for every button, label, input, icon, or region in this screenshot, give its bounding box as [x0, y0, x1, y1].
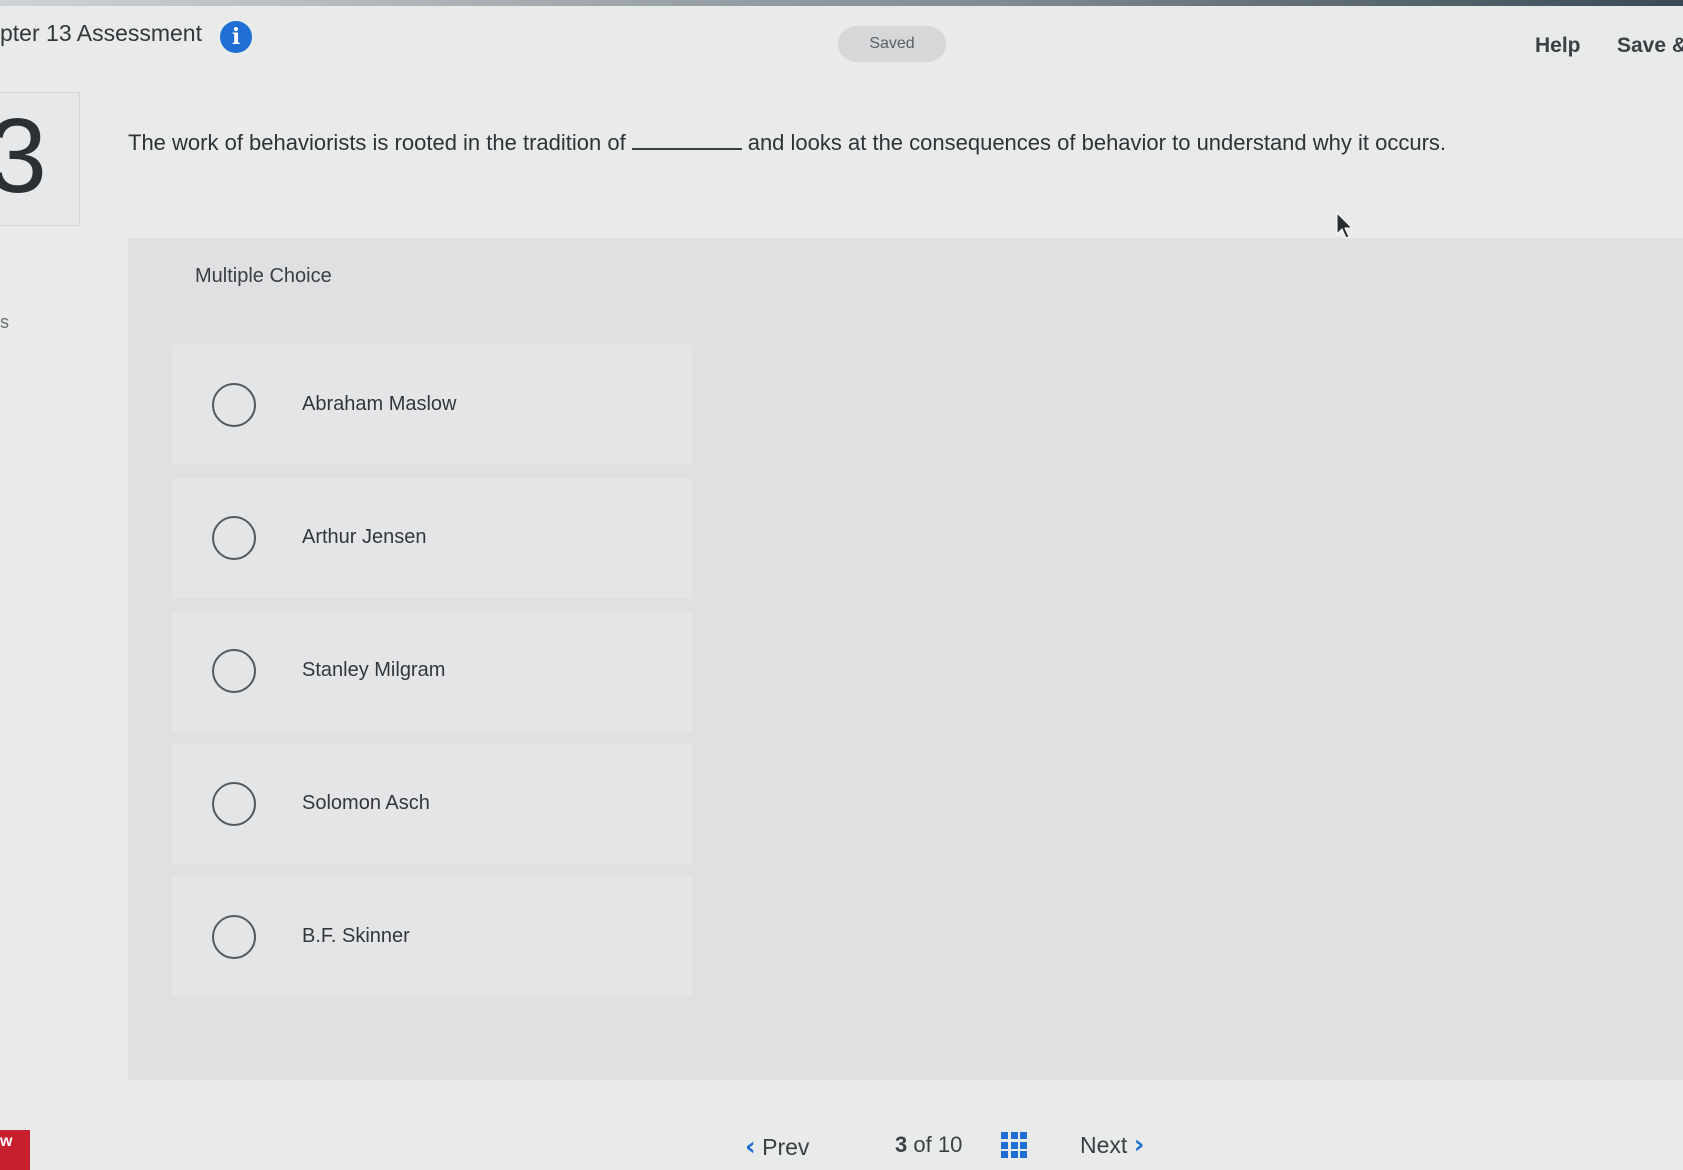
question-grid-icon[interactable] [1001, 1132, 1027, 1158]
choice-label: B.F. Skinner [302, 925, 410, 947]
question-number: 3 [0, 97, 47, 215]
chevron-right-icon: › [1133, 1130, 1145, 1160]
total-pages: 10 [937, 1132, 963, 1157]
choice-option[interactable]: Arthur Jensen [172, 478, 692, 598]
mouse-cursor-icon [1336, 212, 1354, 239]
choice-option[interactable]: Abraham Maslow [172, 345, 692, 465]
top-accent-bar [0, 0, 1683, 6]
choice-label: Solomon Asch [302, 792, 430, 814]
chevron-left-icon: ‹ [745, 1132, 756, 1162]
radio-button[interactable] [212, 383, 256, 427]
prev-button[interactable]: ‹ Prev [745, 1132, 809, 1162]
choice-option[interactable]: Stanley Milgram [172, 611, 692, 731]
question-text-after: and looks at the consequences of behavio… [747, 130, 1447, 155]
help-link[interactable]: Help [1535, 34, 1581, 58]
question-text-before: The work of behaviorists is rooted in th… [128, 130, 626, 155]
question-prompt: The work of behaviorists is rooted in th… [128, 130, 1668, 156]
current-page: 3 [895, 1132, 908, 1157]
of-label: of [913, 1132, 932, 1157]
question-type-label: Multiple Choice [195, 265, 332, 287]
page-counter: 3 of 10 [895, 1132, 962, 1158]
sidebar-partial-text: s [0, 312, 9, 332]
save-exit-button[interactable]: Save & [1617, 34, 1683, 58]
next-button[interactable]: Next › [1080, 1130, 1144, 1160]
next-label: Next [1080, 1132, 1128, 1158]
saved-status-badge: Saved [838, 26, 946, 62]
radio-button[interactable] [212, 649, 256, 693]
choice-option[interactable]: B.F. Skinner [172, 877, 692, 997]
assessment-title: pter 13 Assessment [0, 20, 202, 46]
radio-button[interactable] [212, 782, 256, 826]
choice-label: Arthur Jensen [302, 526, 427, 548]
brand-logo: w [0, 1130, 30, 1170]
choice-label: Stanley Milgram [302, 659, 446, 681]
answer-blank [631, 130, 742, 150]
radio-button[interactable] [212, 915, 256, 959]
assessment-page: pter 13 Assessment i Saved Help Save & 3… [0, 0, 1683, 1170]
info-icon[interactable]: i [220, 21, 252, 53]
radio-button[interactable] [212, 516, 256, 560]
prev-label: Prev [762, 1134, 810, 1160]
choice-label: Abraham Maslow [302, 393, 457, 415]
choice-option[interactable]: Solomon Asch [172, 744, 692, 864]
